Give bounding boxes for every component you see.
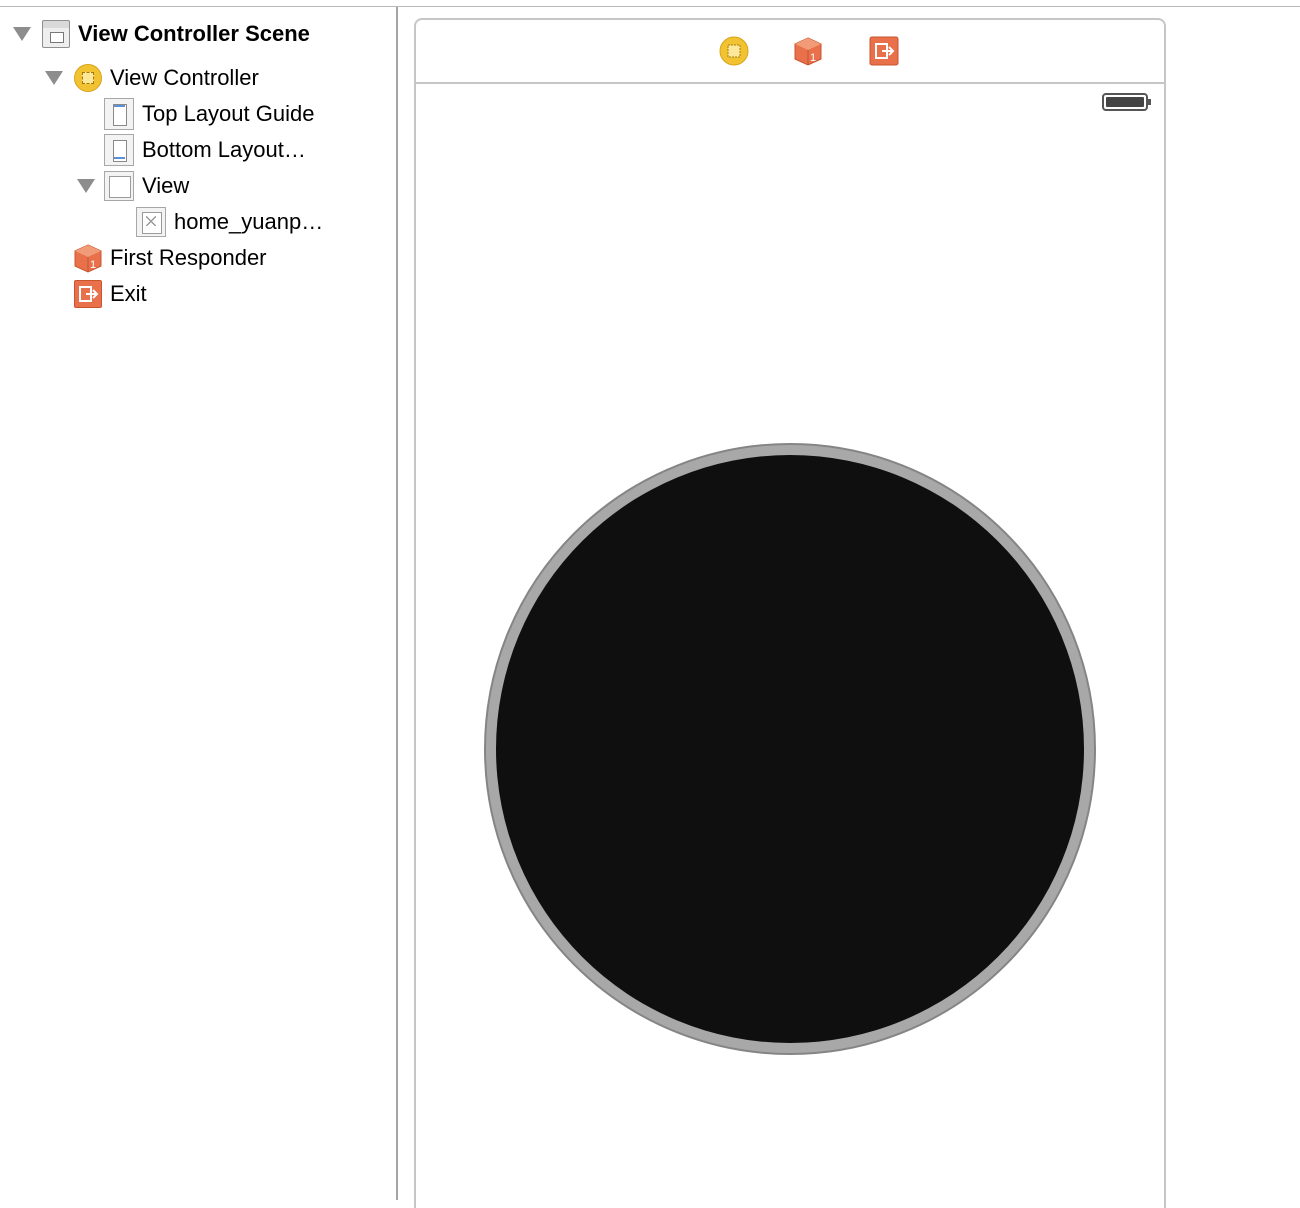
exit-icon	[74, 280, 102, 308]
outline-item-image-view[interactable]: home_yuanp…	[0, 204, 396, 240]
battery-icon	[1102, 93, 1151, 111]
image-view-icon	[136, 207, 166, 237]
disclosure-triangle-icon[interactable]	[45, 71, 63, 85]
storyboard-canvas: 1	[398, 7, 1300, 1208]
disclosure-triangle-icon[interactable]	[77, 179, 95, 193]
outline-item-top-layout-guide[interactable]: Top Layout Guide	[0, 96, 396, 132]
outline-item-label: Exit	[110, 281, 147, 306]
outline-item-label: View Controller Scene	[78, 21, 310, 46]
disclosure-triangle-icon[interactable]	[13, 27, 31, 41]
svg-text:1: 1	[810, 52, 816, 64]
outline-item-exit[interactable]: Exit	[0, 276, 396, 312]
view-controller-frame[interactable]: 1	[414, 18, 1166, 1208]
image-view[interactable]	[484, 443, 1096, 1055]
outline-item-label: Top Layout Guide	[142, 101, 315, 126]
outline-item-view-controller[interactable]: View Controller	[0, 60, 396, 96]
view-icon	[104, 171, 134, 201]
first-responder-icon[interactable]: 1	[793, 36, 823, 66]
outline-item-label: home_yuanp…	[174, 209, 324, 234]
outline-item-label: View	[142, 173, 190, 198]
first-responder-icon: 1	[73, 243, 103, 273]
outline-item-view-controller-scene[interactable]: View Controller Scene	[0, 16, 396, 52]
outline-item-first-responder[interactable]: 1 First Responder	[0, 240, 396, 276]
exit-icon[interactable]	[869, 36, 899, 66]
outline-item-label: Bottom Layout…	[142, 137, 306, 162]
scene-dock: 1	[416, 20, 1164, 84]
outline-item-label: View Controller	[110, 65, 259, 90]
outline-item-view[interactable]: View	[0, 168, 396, 204]
view-controller-icon	[74, 64, 102, 92]
layout-guide-icon	[104, 98, 134, 130]
document-outline: View Controller Scene View Controller To…	[0, 7, 396, 1200]
outline-item-label: First Responder	[110, 245, 267, 270]
scene-icon	[42, 20, 70, 48]
outline-item-bottom-layout-guide[interactable]: Bottom Layout…	[0, 132, 396, 168]
svg-text:1: 1	[90, 259, 96, 271]
layout-guide-icon	[104, 134, 134, 166]
view-controller-icon[interactable]	[719, 36, 749, 66]
image-view-content	[496, 455, 1084, 1043]
